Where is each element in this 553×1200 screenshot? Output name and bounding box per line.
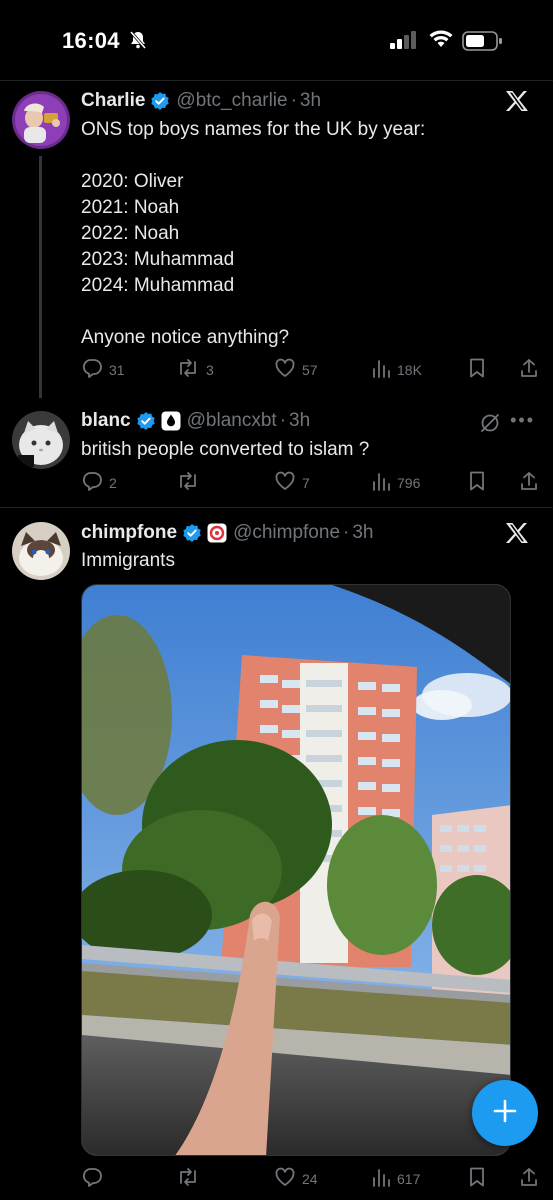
views-button[interactable]: 796 xyxy=(371,470,420,495)
user-handle[interactable]: @chimpfone xyxy=(233,522,340,544)
repost-icon xyxy=(176,1166,200,1191)
share-icon xyxy=(519,1166,539,1191)
separator: · xyxy=(343,522,350,543)
views-button[interactable]: 617 xyxy=(371,1166,420,1191)
avatar[interactable] xyxy=(12,411,70,469)
plus-icon xyxy=(492,1098,518,1129)
views-icon xyxy=(371,1166,391,1191)
repost-button[interactable] xyxy=(176,470,206,495)
share-button[interactable] xyxy=(519,470,539,495)
bell-slash-icon xyxy=(128,30,148,55)
views-count: 796 xyxy=(397,474,421,491)
repost-count: 3 xyxy=(206,361,214,378)
wifi-icon xyxy=(428,29,454,54)
like-icon xyxy=(274,357,296,382)
verified-icon xyxy=(182,523,202,543)
like-button[interactable]: 57 xyxy=(274,357,318,382)
separator: · xyxy=(279,410,287,431)
like-count: 57 xyxy=(302,361,318,378)
tweet-header: blanc @blancxbt · 3h xyxy=(81,410,310,432)
divider xyxy=(0,507,553,508)
views-count: 18K xyxy=(397,361,422,378)
x-logo-icon xyxy=(505,522,529,549)
like-count: 7 xyxy=(302,474,310,491)
verified-icon xyxy=(136,411,156,431)
user-handle[interactable]: @blancxbt xyxy=(187,410,277,432)
reply-button[interactable] xyxy=(81,1166,109,1191)
timestamp[interactable]: 3h xyxy=(289,410,310,432)
reply-count: 2 xyxy=(109,474,117,491)
repost-icon xyxy=(176,470,200,495)
like-icon xyxy=(274,470,296,495)
reply-button[interactable]: 2 xyxy=(81,470,117,495)
tweet-header: chimpfone @chimpfone · 3h xyxy=(81,522,373,544)
share-button[interactable] xyxy=(519,1166,539,1191)
tweet-photo[interactable] xyxy=(81,584,511,1156)
status-bar: 16:04 xyxy=(0,0,553,80)
repost-button[interactable] xyxy=(176,1166,206,1191)
like-count: 24 xyxy=(302,1170,318,1187)
avatar[interactable] xyxy=(12,522,70,580)
x-logo-icon xyxy=(505,90,529,117)
tweet-text: ONS top boys names for the UK by year: 2… xyxy=(81,119,426,348)
display-name[interactable]: Charlie xyxy=(81,90,145,112)
user-handle[interactable]: @btc_charlie xyxy=(176,90,287,112)
share-icon xyxy=(519,470,539,495)
reply-button[interactable]: 31 xyxy=(81,357,125,382)
repost-button[interactable]: 3 xyxy=(176,357,214,382)
status-time: 16:04 xyxy=(62,28,120,53)
like-icon xyxy=(274,1166,296,1191)
bookmark-button[interactable] xyxy=(467,1166,487,1191)
share-button[interactable] xyxy=(519,357,539,382)
bookmark-button[interactable] xyxy=(467,357,487,382)
views-icon xyxy=(371,357,391,382)
share-icon xyxy=(519,357,539,382)
repost-icon xyxy=(176,357,200,382)
views-button[interactable]: 18K xyxy=(371,357,422,382)
reply-icon xyxy=(81,357,103,382)
compose-button[interactable] xyxy=(472,1080,538,1146)
views-count: 617 xyxy=(397,1170,421,1187)
avatar[interactable] xyxy=(12,91,70,149)
affiliate-badge-icon xyxy=(207,523,227,543)
display-name[interactable]: blanc xyxy=(81,410,131,432)
reply-icon xyxy=(81,470,103,495)
verified-icon xyxy=(150,91,170,111)
battery-icon xyxy=(462,31,504,56)
thread-line xyxy=(39,156,42,398)
timestamp[interactable]: 3h xyxy=(300,90,321,112)
bookmark-button[interactable] xyxy=(467,470,487,495)
display-name[interactable]: chimpfone xyxy=(81,522,177,544)
more-icon[interactable]: ••• xyxy=(510,410,535,431)
tweet-text: Immigrants xyxy=(81,550,175,571)
tweet-text: british people converted to islam ? xyxy=(81,439,370,460)
bookmark-icon xyxy=(467,357,487,382)
divider xyxy=(0,80,553,81)
tweet-actions: 24 617 xyxy=(81,1166,541,1190)
grok-icon[interactable] xyxy=(479,412,501,439)
reply-count: 31 xyxy=(109,361,125,378)
tweet-actions: 2 7 796 xyxy=(81,470,541,494)
tweet-header: Charlie @btc_charlie · 3h xyxy=(81,90,321,112)
reply-icon xyxy=(81,1166,103,1191)
views-icon xyxy=(371,470,391,495)
bookmark-icon xyxy=(467,1166,487,1191)
like-button[interactable]: 24 xyxy=(274,1166,318,1191)
bookmark-icon xyxy=(467,470,487,495)
tweet-actions: 31 3 57 18K xyxy=(81,357,541,381)
timestamp[interactable]: 3h xyxy=(352,522,373,544)
affiliate-badge-icon xyxy=(161,411,181,431)
separator: · xyxy=(290,90,297,111)
signal-icon xyxy=(390,31,418,54)
like-button[interactable]: 7 xyxy=(274,470,310,495)
photo-building-street xyxy=(82,585,510,1155)
